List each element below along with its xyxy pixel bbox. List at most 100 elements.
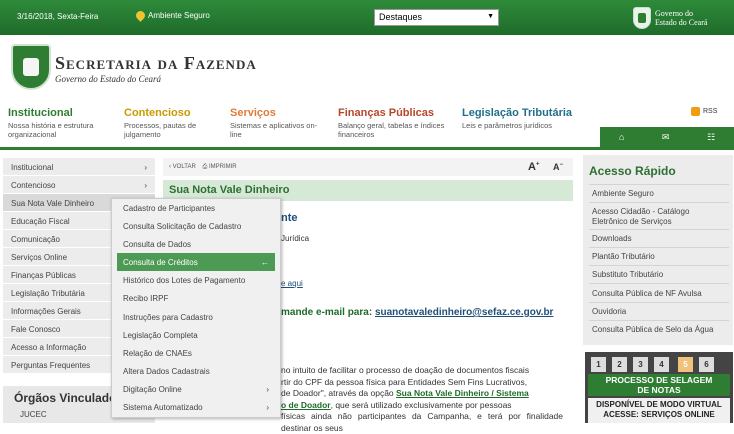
voltar-button[interactable]: ‹ VOLTAR <box>169 164 196 170</box>
sefaz-crest-logo[interactable] <box>11 44 51 90</box>
submenu-item-recibo-irpf[interactable]: Recibo IRPF <box>112 289 280 307</box>
submenu-item-instrucoes[interactable]: Instruções para Cadastro <box>112 308 280 326</box>
banner-page-6[interactable]: 6 <box>699 357 714 372</box>
doador-link[interactable]: o de Doador <box>281 400 331 410</box>
main-menu-label: Legislação Tributária <box>462 107 573 119</box>
email-link[interactable]: suanotavaledinheiro@sefaz.ce.gov.br <box>375 307 554 318</box>
submenu-label: Recibo IRPF <box>123 294 169 304</box>
main-menu-desc: Sistemas e aplicativos on-line <box>230 121 318 139</box>
divider <box>589 302 729 303</box>
main-menu-desc: Processos, pautas de julgamento <box>124 121 197 139</box>
para-line: rtir do CPF da pessoa física para Entida… <box>281 376 528 387</box>
font-decrease-button[interactable]: A− <box>553 162 563 172</box>
submenu-item-digitacao-online[interactable]: Digitação Online › <box>112 380 280 398</box>
main-menu-label: Finanças Públicas <box>338 107 434 119</box>
email-prefix: mande e-mail para: <box>281 307 373 318</box>
submenu-item-altera-dados[interactable]: Altera Dados Cadastrais <box>112 362 280 380</box>
quick-link-acesso-cidadao[interactable]: Acesso Cidadão - Catálogo Eletrônico de … <box>592 207 727 227</box>
submenu-label: Consulta de Dados <box>123 240 192 250</box>
para-line: de Doador", através da opção Sua Nota Va… <box>281 388 563 400</box>
site-title[interactable]: Secretaria da Fazenda <box>55 53 257 74</box>
submenu-item-sistema-automatizado[interactable]: Sistema Automatizado › <box>112 398 280 416</box>
banner-white-line: ACESSE: SERVIÇOS ONLINE <box>603 410 715 419</box>
chevron-right-icon: › <box>266 403 269 413</box>
header-divider <box>0 147 734 150</box>
banner-white-line: DISPONÍVEL DE MODO VIRTUAL <box>596 400 722 409</box>
para-text: , que será utilizado exclusivamente por … <box>330 399 512 410</box>
rss-label: RSS <box>703 108 718 115</box>
submenu-item-cadastro[interactable]: Cadastro de Participantes <box>112 199 280 217</box>
section-heading: nte <box>281 212 298 224</box>
sidebar-item-label: Institucional <box>11 163 54 172</box>
sidebar-item-contencioso[interactable]: Contencioso › <box>3 176 155 194</box>
current-date: 3/16/2018, Sexta-Feira <box>17 12 99 21</box>
main-menu-desc: Leis e parâmetros jurídicos <box>462 121 553 130</box>
divider <box>589 283 729 284</box>
destaques-select[interactable]: Destaques ▼ <box>374 9 499 26</box>
main-menu-contencioso[interactable]: Contencioso Processos, pautas de julgame… <box>124 107 224 139</box>
selagem-banner[interactable]: 1 2 3 4 5 6 PROCESSO DE SELAGEM DE NOTAS… <box>585 352 733 423</box>
arrow-left-icon: ← <box>261 258 269 268</box>
sidebar-item-label: Serviços Online <box>11 253 68 262</box>
main-menu-servicos[interactable]: Serviços Sistemas e aplicativos on-line <box>230 107 325 139</box>
quick-link-substituto[interactable]: Substituto Tributário <box>592 270 727 280</box>
submenu-label: Consulta Solicitação de Cadastro <box>123 222 242 232</box>
governo-ceara-logo[interactable]: Governo do Estado do Ceará <box>633 6 718 30</box>
para-line: o de Doador, que será utilizado exclusiv… <box>281 400 563 412</box>
quick-link-ouvidoria[interactable]: Ouvidoria <box>592 307 727 317</box>
rss-icon <box>691 107 700 116</box>
submenu-label: Instruções para Cadastro <box>123 312 213 322</box>
banner-page-3[interactable]: 3 <box>633 357 648 372</box>
submenu-label: Altera Dados Cadastrais <box>123 366 210 376</box>
quick-link-selo-agua[interactable]: Consulta Pública de Selo da Água <box>592 325 727 335</box>
gov-line-2: Estado do Ceará <box>655 18 708 27</box>
main-menu-institucional[interactable]: Institucional Nossa história e estrutura… <box>8 107 123 139</box>
sistema-link[interactable]: Sua Nota Vale Dinheiro / Sistema <box>396 388 529 398</box>
home-icon[interactable]: ⌂ <box>619 132 624 142</box>
submenu-item-legislacao[interactable]: Legislação Completa <box>112 326 280 344</box>
banner-page-1[interactable]: 1 <box>591 357 606 372</box>
chevron-right-icon: › <box>266 384 269 394</box>
banner-page-2[interactable]: 2 <box>612 357 627 372</box>
rss-link[interactable]: RSS <box>691 107 717 116</box>
banner-green-line: PROCESSO DE SELAGEM <box>605 375 713 385</box>
quick-link-plantao[interactable]: Plantão Tributário <box>592 252 727 262</box>
main-menu-legislacao[interactable]: Legislação Tributária Leis e parâmetros … <box>462 107 582 130</box>
divider <box>589 229 729 230</box>
imprimir-button[interactable]: ⎙ IMPRIMIR <box>202 164 236 170</box>
submenu-label: Legislação Completa <box>123 330 198 340</box>
submenu-item-consulta-dados[interactable]: Consulta de Dados <box>112 235 280 253</box>
quick-link-ambiente-seguro[interactable]: Ambiente Seguro <box>592 189 727 199</box>
submenu-label: Cadastro de Participantes <box>123 204 216 213</box>
submenu-item-historico-lotes[interactable]: Histórico dos Lotes de Pagamento <box>112 271 280 289</box>
email-line: mande e-mail para: suanotavaledinheiro@s… <box>281 307 553 318</box>
ambiente-seguro-link[interactable]: Ambiente Seguro <box>134 9 210 22</box>
submenu-item-consulta-solicitacao[interactable]: Consulta Solicitação de Cadastro <box>112 217 280 235</box>
orgao-jucec-link[interactable]: JUCEC <box>20 410 47 419</box>
submenu-item-cnaes[interactable]: Relação de CNAEs <box>112 344 280 362</box>
banner-white-box: DISPONÍVEL DE MODO VIRTUAL ACESSE: SERVI… <box>588 398 730 423</box>
divider <box>589 202 729 203</box>
font-increase-button[interactable]: A+ <box>528 161 539 173</box>
sitemap-icon[interactable]: ☷ <box>707 132 715 143</box>
destaques-select-value: Destaques <box>379 12 423 22</box>
submenu-item-consulta-creditos[interactable]: Consulta de Créditos ← <box>117 253 275 272</box>
banner-page-4[interactable]: 4 <box>654 357 669 372</box>
submenu-label: Relação de CNAEs <box>123 348 192 358</box>
quick-link-downloads[interactable]: Downloads <box>592 234 727 244</box>
mail-icon[interactable]: ✉ <box>662 132 670 143</box>
font-up-label: A <box>528 161 536 173</box>
content-toolbar: ‹ VOLTAR ⎙ IMPRIMIR A+ A− <box>163 158 573 176</box>
sidebar-item-institucional[interactable]: Institucional › <box>3 158 155 176</box>
intro-paragraph: no intuito de facilitar o processo de do… <box>281 365 563 434</box>
quick-link-nf-avulsa[interactable]: Consulta Pública de NF Avulsa <box>592 289 727 299</box>
sidebar-item-label: Contencioso <box>11 181 56 190</box>
sidebar-item-label: Legislação Tributária <box>11 289 85 298</box>
main-menu-financas[interactable]: Finanças Públicas Balanço geral, tabelas… <box>338 107 448 139</box>
sidebar-item-label: Informações Gerais <box>11 307 81 316</box>
governo-ceara-text: Governo do Estado do Ceará <box>655 9 707 27</box>
link-aqui[interactable]: e aqui <box>281 279 303 288</box>
chevron-right-icon: › <box>144 163 147 172</box>
sidebar-item-label: Educação Fiscal <box>11 217 70 226</box>
banner-page-5[interactable]: 5 <box>678 357 693 372</box>
